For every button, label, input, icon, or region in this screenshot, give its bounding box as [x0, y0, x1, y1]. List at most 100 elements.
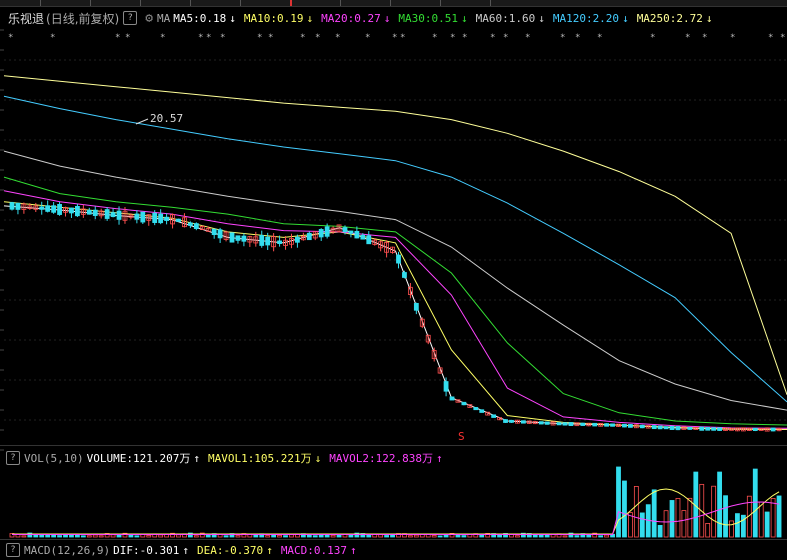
- volume-bar: [378, 534, 384, 538]
- event-star-marker: *: [597, 33, 602, 43]
- help-icon[interactable]: ?: [6, 451, 20, 465]
- candle-body: [211, 228, 217, 236]
- volume-bar: [758, 501, 764, 538]
- candle-body: [86, 209, 92, 215]
- event-star-marker: *: [780, 33, 785, 43]
- candle-body: [402, 272, 407, 278]
- arrow-up-icon: ↑: [350, 543, 357, 557]
- candle-body: [110, 212, 116, 218]
- volume-bar: [413, 534, 419, 538]
- series-line-ma20: [3, 190, 787, 429]
- volume-bar: [764, 511, 770, 538]
- volume-bar: [51, 534, 57, 538]
- candle-body: [187, 222, 193, 226]
- candle-body: [176, 218, 181, 222]
- arrow-up-icon: ↑: [436, 452, 443, 465]
- candle-body: [568, 422, 574, 426]
- macd-values: DIF:-0.301 ↑ DEA:-0.370 ↑ MACD:0.137 ↑: [113, 544, 365, 557]
- candle-body: [651, 425, 657, 430]
- volume-bar: [134, 535, 140, 538]
- volume-bar: [633, 486, 639, 538]
- event-star-marker: *: [160, 33, 165, 43]
- candle-body: [152, 212, 158, 223]
- volume-bar: [330, 534, 336, 538]
- volume-bar: [538, 534, 544, 538]
- volume-bar: [431, 535, 437, 538]
- candle-body: [628, 424, 633, 428]
- volume-bar: [57, 535, 62, 538]
- help-icon[interactable]: ?: [6, 543, 20, 557]
- volume-bar: [86, 535, 92, 538]
- series-line-ma250: [3, 75, 787, 395]
- candle-body: [580, 422, 586, 426]
- arrow-down-icon: ↓: [314, 452, 322, 465]
- candle-body: [277, 240, 282, 244]
- volume-bar: [729, 520, 734, 538]
- volume-header: ? VOL(5,10) VOLUME:121.207万 ↑ MAVOL1:105.2…: [0, 450, 451, 466]
- volume-bar: [176, 534, 181, 538]
- volume-bar: [110, 534, 116, 538]
- event-star-marker: *: [490, 33, 495, 43]
- macd-value: MACD:0.137: [280, 543, 348, 557]
- candle-body: [491, 414, 497, 418]
- macd-value: DIF:-0.301: [113, 543, 180, 557]
- candle-body: [342, 227, 348, 233]
- volume-bar: [437, 535, 443, 538]
- candle-body: [413, 302, 419, 311]
- candle-body: [164, 216, 170, 221]
- volume-bar: [336, 534, 342, 538]
- volume-bar: [63, 534, 68, 538]
- event-star-marker: *: [560, 33, 565, 43]
- event-star-marker: *: [198, 33, 203, 43]
- volume-bar: [604, 534, 610, 538]
- volume-bar: [681, 510, 687, 538]
- candle-body: [45, 205, 51, 212]
- volume-bar: [515, 535, 520, 538]
- series-line-ma60: [3, 150, 787, 411]
- volume-bar: [770, 498, 776, 538]
- candle-body: [51, 205, 57, 213]
- volume-bar: [158, 534, 164, 538]
- event-star-marker: *: [206, 33, 211, 43]
- event-star-marker: *: [462, 33, 467, 43]
- candle-body: [717, 427, 722, 431]
- volume-bar: [562, 535, 568, 538]
- candle-body: [39, 206, 45, 210]
- volume-bar: [306, 534, 312, 538]
- event-star-marker: *: [365, 33, 370, 43]
- volume-bar: [752, 468, 758, 538]
- vol-label: VOL(5,10): [24, 451, 84, 465]
- volume-bar: [193, 535, 199, 538]
- candle-body: [479, 409, 485, 413]
- event-star-marker: *: [220, 33, 225, 43]
- candle-body: [473, 407, 479, 411]
- candle-body: [699, 426, 705, 431]
- volume-bar: [622, 480, 627, 538]
- event-star-marker: *: [432, 33, 437, 43]
- candle-body: [556, 422, 562, 426]
- event-star-marker: *: [525, 33, 530, 43]
- candle-body: [449, 396, 455, 401]
- volume-bar: [289, 534, 294, 538]
- candle-body: [509, 419, 514, 423]
- candle-body: [669, 425, 675, 430]
- event-star-marker: *: [115, 33, 120, 43]
- event-star-marker: *: [575, 33, 580, 43]
- candle-body: [134, 213, 140, 220]
- series-line-ma30: [3, 176, 787, 426]
- vol-values: VOLUME:121.207万 ↑ MAVOL1:105.221万 ↓ MAVOL2:1…: [87, 450, 451, 466]
- volume-bar: [128, 534, 134, 538]
- volume-bar: [687, 497, 693, 538]
- volume-bar: [598, 535, 604, 538]
- candle-body: [9, 202, 15, 210]
- candle-body: [657, 425, 663, 430]
- volume-bar: [69, 534, 74, 538]
- candle-body: [592, 422, 598, 427]
- high-price-pointer: [135, 118, 149, 125]
- price-chart[interactable]: * * * * * * * * * * * * * * * * * * * * * * * * * * * * * * *20.57S: [0, 0, 787, 560]
- volume-bar: [657, 525, 663, 538]
- candle-body: [360, 234, 366, 240]
- volume-bar: [717, 471, 722, 538]
- volume-bar: [283, 535, 288, 538]
- volume-bar: [21, 535, 27, 538]
